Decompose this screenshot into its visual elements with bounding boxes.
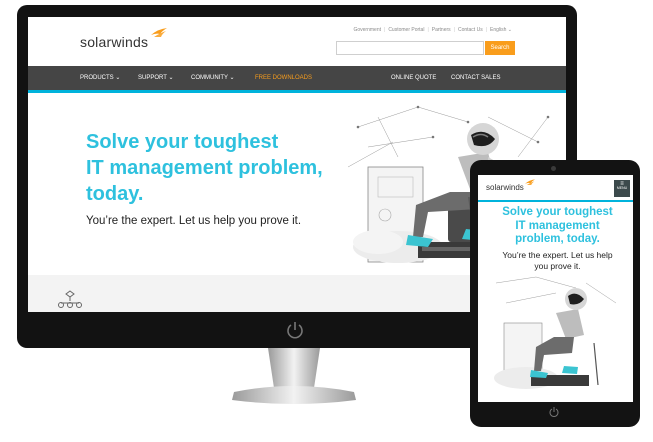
- search-button[interactable]: Search: [485, 41, 515, 55]
- nav-products[interactable]: PRODUCTS ⌄: [80, 66, 120, 90]
- nav-support[interactable]: SUPPORT ⌄: [138, 66, 173, 90]
- tablet-hero-title-line: problem, today.: [515, 233, 600, 245]
- hero-title-line: today.: [86, 183, 144, 205]
- tablet-hero-title-line: Solve your toughest: [502, 206, 613, 218]
- power-button-icon[interactable]: [285, 320, 305, 340]
- nav-online-quote[interactable]: ONLINE QUOTE: [391, 66, 436, 90]
- network-nodes-icon: [58, 290, 82, 308]
- tablet-hero-subtitle-line: you prove it.: [534, 261, 581, 271]
- language-selector[interactable]: English ⌄: [490, 27, 512, 33]
- tablet-hero-subtitle-line: You’re the expert. Let us help: [502, 250, 613, 260]
- solarwinds-bird-icon: [151, 28, 167, 37]
- utility-link-contact-us[interactable]: Contact Us: [458, 27, 483, 33]
- nav-community[interactable]: COMMUNITY ⌄: [191, 66, 235, 90]
- tablet-screen: solarwinds ≡ MENU Solve your toughest IT…: [478, 175, 633, 402]
- tablet-solarwinds-logo[interactable]: solarwinds: [486, 183, 524, 192]
- monitor-stand: [232, 348, 356, 404]
- tablet-menu-button[interactable]: ≡ MENU: [614, 180, 630, 197]
- hero-subtitle: You’re the expert. Let us help you prove…: [86, 215, 302, 227]
- utility-link-partners[interactable]: Partners: [432, 27, 451, 33]
- tablet-hero-subtitle: You’re the expert. Let us help you prove…: [490, 250, 625, 272]
- hero-title-line: Solve your toughest: [86, 131, 279, 153]
- tablet-bird-icon: [525, 179, 535, 185]
- tablet-hero-title: Solve your toughest IT management proble…: [490, 206, 625, 247]
- tablet-home-button-icon[interactable]: [548, 406, 560, 418]
- nav-contact-sales[interactable]: CONTACT SALES: [451, 66, 500, 90]
- utility-link-customer-portal[interactable]: Customer Portal: [388, 27, 424, 33]
- utility-links: Government | Customer Portal | Partners | C…: [353, 27, 512, 33]
- search-input[interactable]: [336, 41, 484, 55]
- utility-link-government[interactable]: Government: [353, 27, 381, 33]
- main-nav: PRODUCTS ⌄ SUPPORT ⌄ COMMUNITY ⌄ FREE DO…: [28, 66, 566, 93]
- tablet-camera: [551, 166, 556, 171]
- tablet-astronaut-illustration: [494, 276, 617, 389]
- hero-title: Solve your toughest IT management proble…: [86, 129, 356, 207]
- tablet-menu-label: MENU: [616, 186, 628, 190]
- tablet-hero-title-line: IT management: [515, 219, 600, 232]
- solarwinds-logo[interactable]: solarwinds: [80, 34, 148, 50]
- hero-title-line: IT management problem,: [86, 157, 323, 179]
- nav-free-downloads[interactable]: FREE DOWNLOADS: [255, 66, 312, 90]
- tablet-accent-bar: [478, 200, 633, 202]
